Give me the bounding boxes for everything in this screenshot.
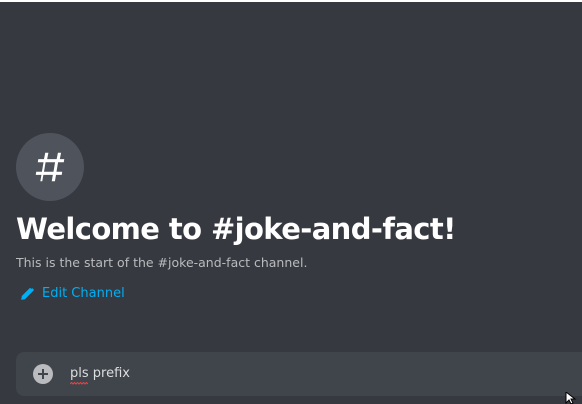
- attach-button[interactable]: [33, 364, 53, 384]
- message-composer: pls prefix: [16, 352, 582, 396]
- message-input[interactable]: pls prefix: [70, 365, 130, 385]
- channel-welcome: Welcome to #joke-and-fact! This is the s…: [16, 133, 576, 271]
- chat-view: Welcome to #joke-and-fact! This is the s…: [0, 0, 582, 404]
- mouse-cursor-icon: [565, 392, 577, 404]
- pencil-icon: [21, 287, 34, 300]
- channel-avatar: [16, 133, 84, 201]
- welcome-subtitle: This is the start of the #joke-and-fact …: [16, 255, 308, 270]
- edit-channel-link[interactable]: Edit Channel: [20, 285, 125, 303]
- message-input-value: pls prefix: [70, 366, 130, 381]
- welcome-title: Welcome to #joke-and-fact!: [16, 212, 456, 246]
- spellcheck-underline: [70, 382, 88, 385]
- hash-icon: [35, 152, 65, 182]
- plus-icon: [38, 369, 48, 379]
- edit-channel-label: Edit Channel: [42, 286, 125, 301]
- top-border: [0, 0, 582, 2]
